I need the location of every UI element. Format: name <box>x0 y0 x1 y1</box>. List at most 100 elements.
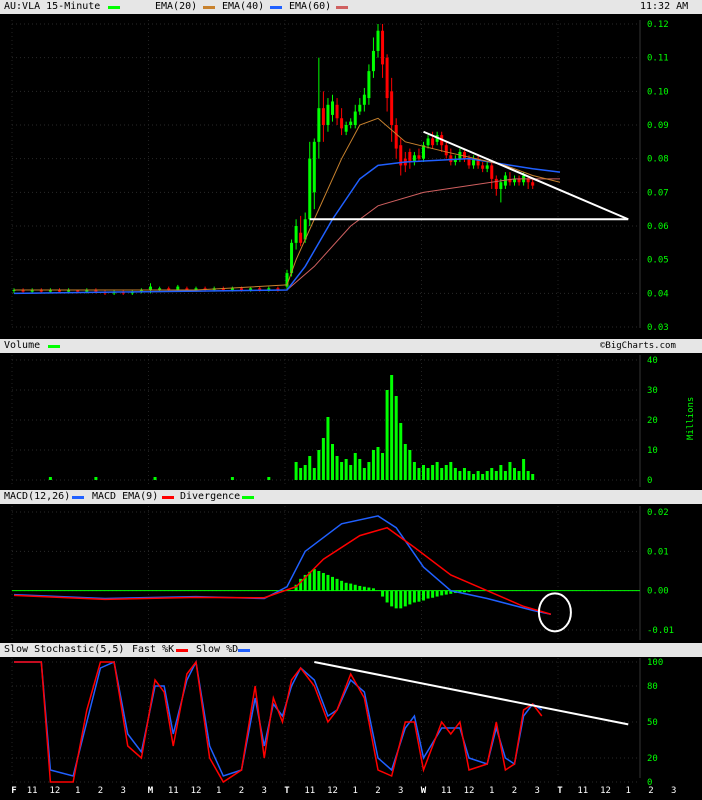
volume-bar <box>513 468 516 480</box>
x-tick-label: 11 <box>441 786 452 796</box>
divergence-bar <box>344 582 348 591</box>
x-tick-label: 3 <box>398 786 403 796</box>
candle-body <box>485 165 489 169</box>
divergence-bar <box>444 590 448 595</box>
volume-bar <box>440 468 444 480</box>
candle-body <box>371 50 375 72</box>
volume-bar <box>526 471 530 480</box>
divergence-bar <box>321 572 325 591</box>
volume-bar <box>508 462 512 480</box>
volume-bar <box>485 471 489 480</box>
volume-bar <box>499 465 503 480</box>
divergence-bar <box>440 590 444 596</box>
divergence-bar <box>426 590 430 599</box>
volume-bar <box>303 465 307 480</box>
candle-body <box>149 286 152 290</box>
price-tick-label: 0.08 <box>647 155 669 165</box>
macd-tick-label: 0.00 <box>647 587 669 597</box>
volume-bar <box>417 468 421 480</box>
volume-tick-label: 40 <box>647 356 658 366</box>
volume-bar <box>376 447 380 480</box>
candle-body <box>240 288 243 290</box>
volume-bar <box>230 477 234 480</box>
volume-bar <box>503 471 507 480</box>
divergence-bar <box>362 586 366 591</box>
macd-tick-label: 0.02 <box>647 508 669 518</box>
x-tick-label: 2 <box>512 786 517 796</box>
divergence-bar <box>312 569 316 591</box>
candle-body <box>390 91 394 125</box>
candle-body <box>326 104 330 125</box>
candle-body <box>490 165 494 179</box>
x-tick-label: 12 <box>191 786 202 796</box>
candle-body <box>481 165 485 169</box>
candle-body <box>467 158 471 166</box>
x-tick-label: 1 <box>626 786 631 796</box>
candle-body <box>294 226 298 243</box>
divergence-bar <box>381 590 385 597</box>
candle-body <box>444 145 448 156</box>
candle-body <box>408 151 412 163</box>
volume-bar <box>294 462 298 480</box>
x-tick-label: 12 <box>50 786 61 796</box>
x-tick-label: 2 <box>239 786 244 796</box>
candle-body <box>176 286 180 290</box>
volume-bar <box>321 438 325 480</box>
x-tick-label: 11 <box>27 786 38 796</box>
volume-bar <box>394 396 398 480</box>
candle-body <box>531 182 535 186</box>
stoch-tick-label: 100 <box>647 658 663 668</box>
x-tick-label: 11 <box>168 786 179 796</box>
volume-bar <box>481 474 485 480</box>
volume-units-label: Millions <box>686 397 696 440</box>
volume-bar <box>467 471 471 480</box>
volume-bar <box>462 468 466 480</box>
macd-signal-line <box>13 526 552 615</box>
resistance-trendline <box>423 130 629 221</box>
volume-bar <box>426 468 430 480</box>
x-tick-label: 12 <box>600 786 611 796</box>
volume-bar <box>517 471 521 480</box>
candle-body <box>299 232 303 243</box>
volume-bar <box>367 462 371 480</box>
volume-bar <box>390 375 394 480</box>
candle-body <box>344 125 348 132</box>
divergence-bar <box>371 588 375 591</box>
candle-body <box>422 145 425 159</box>
candle-body <box>381 30 385 65</box>
x-tick-label: 12 <box>327 786 338 796</box>
price-tick-label: 0.03 <box>647 323 669 333</box>
price-tick-label: 0.12 <box>647 20 669 30</box>
volume-bar <box>381 453 385 480</box>
volume-bar <box>48 477 52 480</box>
volume-tick-label: 0 <box>647 476 652 486</box>
x-tick-label: T <box>284 786 290 796</box>
divergence-bar <box>385 590 389 603</box>
volume-tick-label: 10 <box>647 446 658 456</box>
volume-bar <box>385 390 389 480</box>
volume-bar <box>317 450 321 480</box>
volume-tick-label: 20 <box>647 416 658 426</box>
divergence-bar <box>403 590 407 607</box>
candle-body <box>308 158 312 220</box>
x-tick-label: 2 <box>98 786 103 796</box>
volume-bar <box>353 453 357 480</box>
candle-body <box>385 57 389 99</box>
volume-bar <box>476 471 480 480</box>
x-tick-label: M <box>148 786 154 796</box>
ema20-line <box>14 117 561 291</box>
candle-body <box>462 151 466 159</box>
candle-body <box>376 30 380 51</box>
x-tick-label: T <box>557 786 563 796</box>
volume-bar <box>358 459 362 480</box>
x-tick-label: 1 <box>216 786 221 796</box>
candle-body <box>353 111 357 125</box>
candle-body <box>340 118 344 129</box>
volume-bar <box>403 444 407 480</box>
volume-bar <box>335 456 339 480</box>
volume-bar <box>449 462 453 480</box>
candle-body <box>494 178 498 189</box>
x-tick-label: 3 <box>535 786 540 796</box>
divergence-bar <box>462 590 466 593</box>
x-tick-label: 12 <box>464 786 475 796</box>
